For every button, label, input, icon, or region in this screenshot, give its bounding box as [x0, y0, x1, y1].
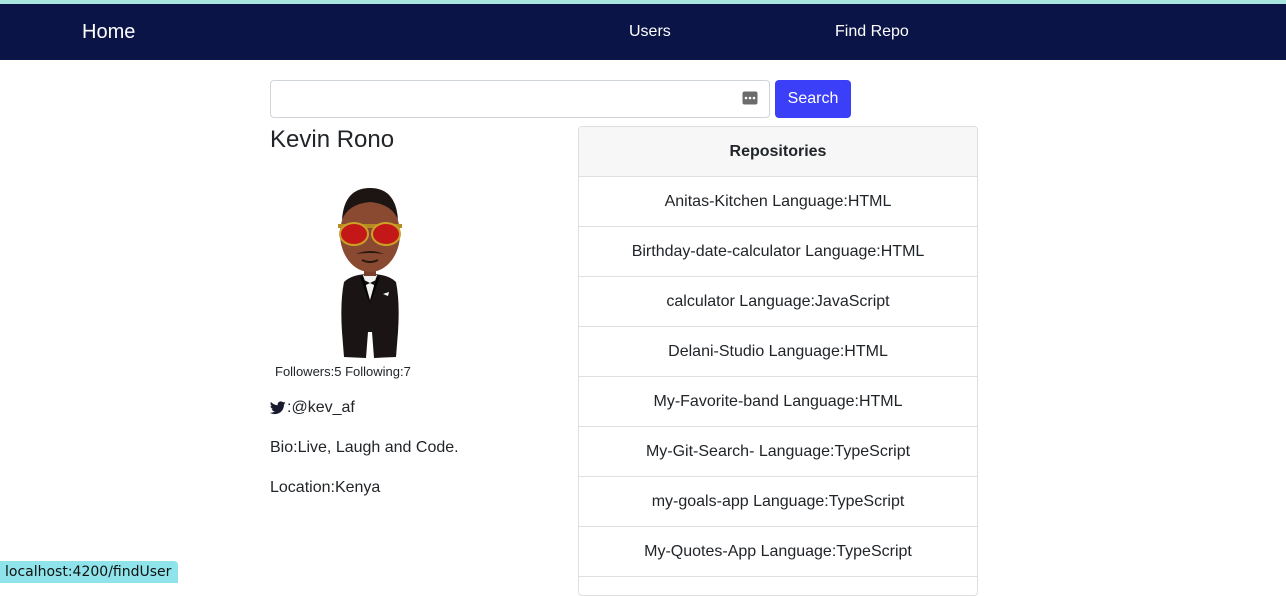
repo-list-item[interactable]: calculator Language:JavaScript: [579, 277, 977, 327]
search-field: [270, 80, 770, 118]
repo-list-item[interactable]: my-goals-app Language:TypeScript: [579, 477, 977, 527]
repo-list-item[interactable]: My-Quotes-App Language:TypeScript: [579, 527, 977, 577]
twitter-row: :@kev_af: [270, 399, 355, 417]
nav-link-find-repo[interactable]: Find Repo: [835, 23, 909, 41]
repo-list-item[interactable]: My-Favorite-band Language:HTML: [579, 377, 977, 427]
nav-link-users[interactable]: Users: [629, 23, 671, 41]
repo-list-item[interactable]: Anitas-Kitchen Language:HTML: [579, 177, 977, 227]
repo-list-item[interactable]: Delani-Studio Language:HTML: [579, 327, 977, 377]
twitter-icon: [270, 401, 286, 415]
repo-list-item[interactable]: Birthday-date-calculator Language:HTML: [579, 227, 977, 277]
profile-location: Location:Kenya: [270, 479, 381, 496]
autofill-key-icon[interactable]: [742, 91, 758, 110]
profile-bio: Bio:Live, Laugh and Code.: [270, 439, 459, 456]
twitter-handle: :@kev_af: [287, 399, 355, 416]
follow-stats: Followers:5 Following:7: [275, 364, 411, 379]
search-button[interactable]: Search: [775, 80, 851, 118]
repositories-header: Repositories: [579, 127, 977, 177]
profile-name: Kevin Rono: [270, 126, 395, 153]
repo-list-item[interactable]: My-Git-Search- Language:TypeScript: [579, 427, 977, 477]
search-input[interactable]: [271, 81, 769, 117]
navbar: Home Users Find Repo: [0, 4, 1286, 60]
status-bar-url: localhost:4200/findUser: [0, 561, 179, 583]
repositories-card: Repositories Anitas-Kitchen Language:HTM…: [578, 126, 978, 596]
avatar: [330, 182, 410, 364]
nav-brand-home[interactable]: Home: [82, 21, 135, 44]
